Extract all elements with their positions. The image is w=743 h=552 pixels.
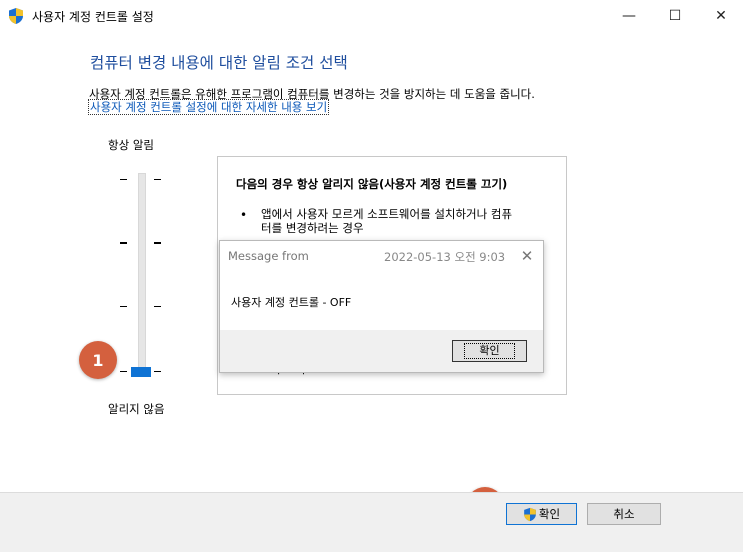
info-text-line2: 터를 변경하려는 경우 bbox=[261, 221, 364, 235]
slider-tick bbox=[120, 371, 127, 372]
message-box-ok-label: 확인 bbox=[464, 343, 515, 359]
minimize-button[interactable]: — bbox=[606, 0, 652, 31]
footer-divider bbox=[0, 492, 743, 493]
notification-slider-track[interactable] bbox=[138, 173, 146, 376]
slider-tick bbox=[120, 306, 127, 307]
page-heading: 컴퓨터 변경 내용에 대한 알림 조건 선택 bbox=[90, 54, 348, 72]
cancel-button-label: 취소 bbox=[613, 507, 635, 521]
bullet-icon: • bbox=[240, 208, 248, 222]
slider-tick bbox=[154, 242, 161, 244]
ok-button[interactable]: 확인 bbox=[506, 503, 577, 525]
slider-tick bbox=[120, 179, 127, 180]
slider-tick bbox=[120, 242, 127, 244]
message-box-ok-button[interactable]: 확인 bbox=[452, 340, 527, 362]
close-icon: ✕ bbox=[715, 7, 727, 24]
close-button[interactable]: ✕ bbox=[698, 0, 743, 31]
slider-tick bbox=[154, 306, 161, 307]
ok-button-label: 확인 bbox=[538, 507, 561, 521]
uac-shield-icon bbox=[524, 507, 536, 521]
message-box-header: Message from bbox=[228, 249, 309, 263]
uac-shield-icon bbox=[9, 8, 23, 24]
slider-bottom-label: 알리지 않음 bbox=[108, 402, 165, 416]
maximize-button[interactable]: ☐ bbox=[652, 0, 698, 31]
minimize-icon: — bbox=[622, 7, 636, 24]
slider-tick bbox=[154, 179, 161, 180]
uac-info-link[interactable]: 사용자 계정 컨트롤 설정에 대한 자세한 내용 보기 bbox=[88, 99, 330, 115]
message-box-close-icon[interactable]: ✕ bbox=[516, 245, 538, 267]
cancel-button[interactable]: 취소 bbox=[587, 503, 661, 525]
slider-thumb[interactable] bbox=[131, 367, 151, 377]
message-box-date: 2022-05-13 오전 9:03 bbox=[384, 250, 506, 264]
step-1-badge: 1 bbox=[79, 341, 117, 379]
slider-tick bbox=[154, 371, 161, 372]
slider-top-label: 항상 알림 bbox=[108, 138, 154, 152]
message-box-body: 사용자 계정 컨트롤 - OFF bbox=[231, 296, 352, 309]
info-title: 다음의 경우 항상 알리지 않음(사용자 계정 컨트롤 끄기) bbox=[236, 177, 508, 191]
window-title: 사용자 계정 컨트롤 설정 bbox=[32, 10, 154, 24]
maximize-icon: ☐ bbox=[668, 7, 682, 24]
